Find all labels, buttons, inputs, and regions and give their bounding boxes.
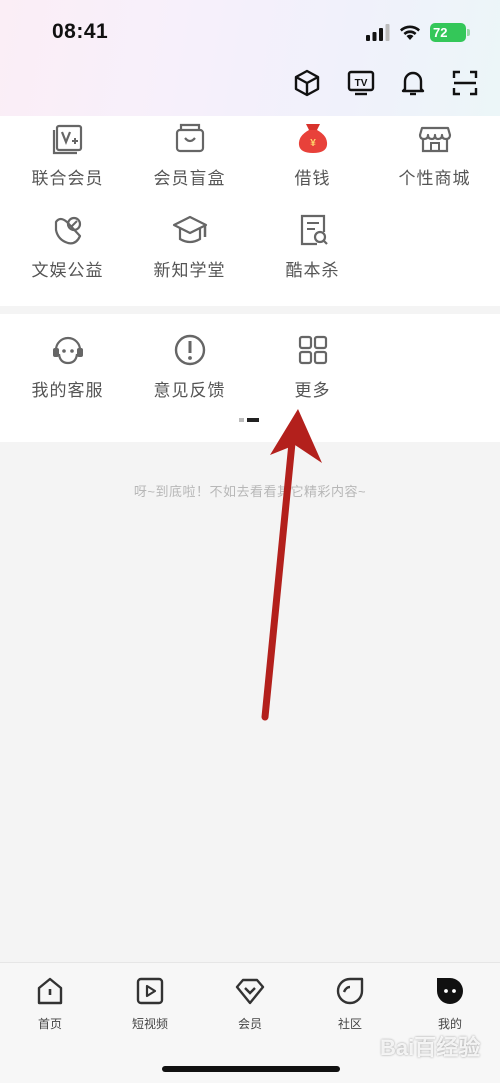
home-icon [37, 977, 63, 1005]
script-search-icon [300, 214, 328, 246]
tab-community[interactable]: 社区 [300, 975, 400, 1032]
grid-item-store[interactable]: 个性商城 [372, 120, 497, 189]
tab-label: 短视频 [131, 1017, 168, 1031]
grid-label: 酷本杀 [285, 261, 340, 280]
blind-box-icon [175, 123, 204, 153]
wifi-icon [400, 25, 420, 40]
svg-text:¥: ¥ [310, 138, 316, 149]
grid-item-feedback[interactable]: 意见反馈 [127, 332, 252, 401]
watermark: Bai百经验 [380, 1035, 481, 1060]
grid-label: 文娱公益 [31, 261, 104, 280]
short-video-icon [136, 977, 164, 1005]
store-icon [418, 126, 451, 153]
tab-me[interactable]: 我的 [400, 975, 500, 1032]
grid-item-customer-service[interactable]: 我的客服 [5, 332, 130, 401]
tab-bar: 首页 短视频 会员 社区 我的 [0, 962, 500, 1083]
battery-indicator: 72 [430, 23, 470, 42]
grid-label: 联合会员 [31, 169, 104, 188]
graduation-cap-icon [172, 215, 207, 244]
vip-card-icon [52, 124, 82, 155]
svg-text:TV: TV [355, 78, 368, 89]
header: 08:41 72 TV [0, 0, 500, 116]
status-bar: 08:41 72 [0, 0, 500, 66]
grid-item-borrow[interactable]: ¥ 借钱 [250, 120, 375, 189]
cube-icon[interactable] [292, 68, 326, 102]
vip-diamond-icon [235, 978, 265, 1005]
grid-label: 个性商城 [398, 169, 471, 188]
grid-label: 新知学堂 [153, 261, 226, 280]
grid-item-script-kill[interactable]: 酷本杀 [250, 212, 375, 281]
grid-label: 会员盲盒 [153, 169, 226, 188]
tab-label: 会员 [237, 1017, 262, 1031]
grid-label: 更多 [294, 381, 331, 400]
grid-label: 意见反馈 [153, 381, 226, 400]
tab-vip[interactable]: 会员 [200, 975, 300, 1032]
me-icon [437, 978, 463, 1004]
grid-label: 我的客服 [31, 381, 104, 400]
bell-icon[interactable] [398, 68, 432, 102]
page-dot [239, 418, 244, 422]
tv-icon[interactable]: TV [346, 68, 380, 102]
grid-item-blind-box[interactable]: 会员盲盒 [127, 120, 252, 189]
grid-label: 借钱 [294, 169, 331, 188]
community-icon [336, 977, 364, 1005]
annotation-arrow [261, 409, 322, 721]
charity-icon [54, 216, 81, 245]
feedback-icon [174, 334, 205, 366]
customer-service-icon [52, 336, 83, 365]
status-time: 08:41 [52, 20, 109, 43]
tab-label: 首页 [37, 1017, 62, 1031]
home-indicator [162, 1066, 340, 1072]
grid-item-charity[interactable]: 文娱公益 [5, 212, 130, 281]
grid-item-more[interactable]: 更多 [250, 332, 375, 401]
tab-home[interactable]: 首页 [0, 975, 100, 1032]
scan-icon[interactable] [450, 68, 484, 102]
money-bag-icon: ¥ [298, 124, 327, 153]
services-panel: 联合会员 会员盲盒 ¥ 借钱 个性商城 文娱公益 新知学堂 酷本杀 [0, 116, 500, 306]
grid-item-joint-vip[interactable]: 联合会员 [5, 120, 130, 189]
more-grid-icon [298, 335, 327, 365]
grid-item-academy[interactable]: 新知学堂 [127, 212, 252, 281]
signal-icon [366, 24, 390, 41]
tab-short-video[interactable]: 短视频 [100, 975, 200, 1032]
battery-level: 72 [433, 25, 448, 40]
